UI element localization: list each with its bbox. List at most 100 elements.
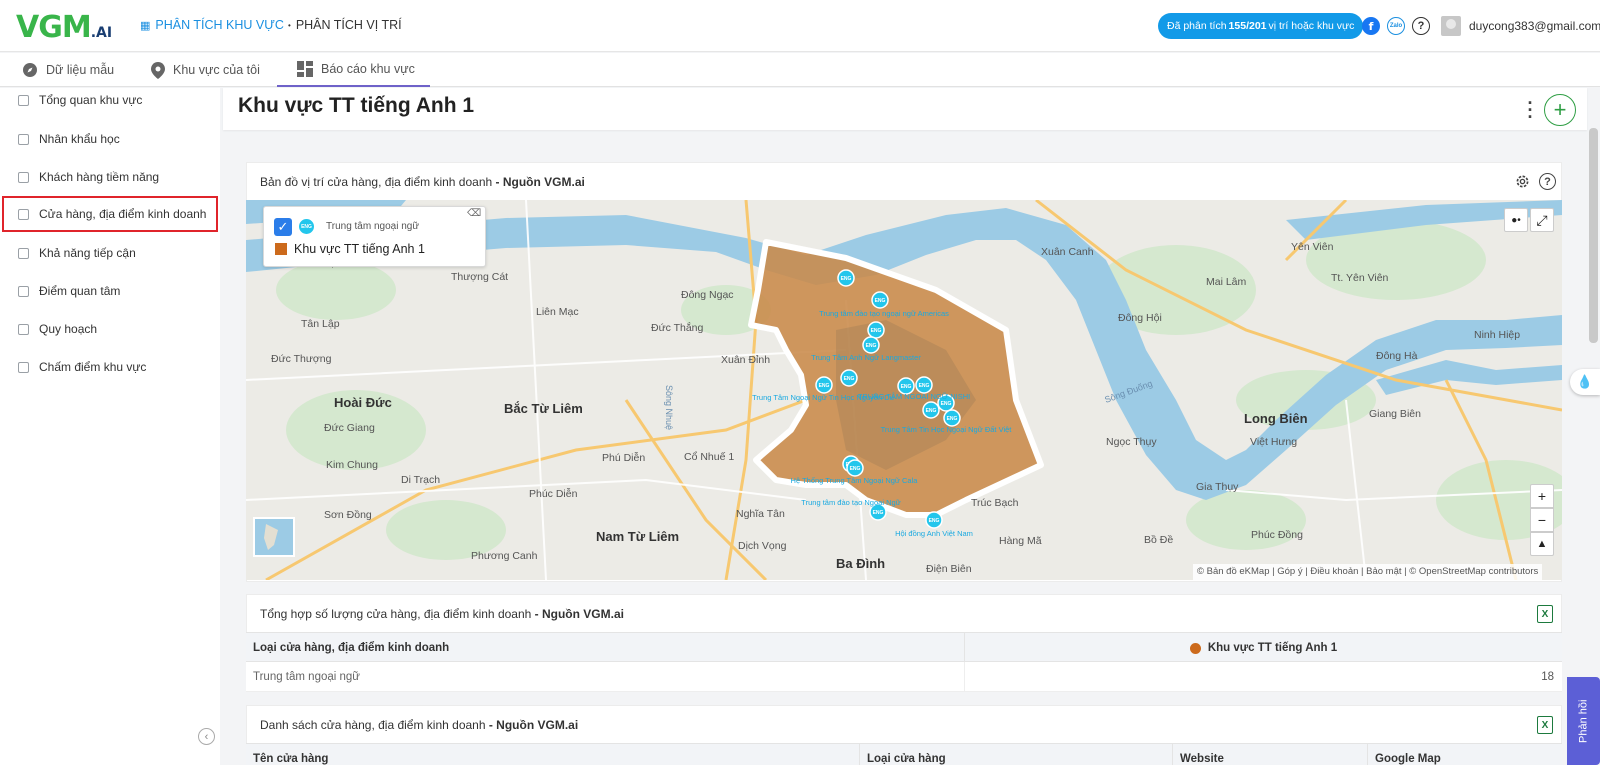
compass-icon [23,63,37,77]
tab-area-report-label: Báo cáo khu vực [321,62,415,76]
fullscreen-button[interactable]: ⤢ [1530,208,1554,232]
gear-icon[interactable] [1514,173,1531,190]
map-label: Xuân Canh [1041,246,1094,258]
summary-card-title-text: Tổng hợp số lượng cửa hàng, địa điểm kin… [260,607,532,621]
marker-text: ENG [919,383,930,389]
sidebar-item-stores[interactable]: Cửa hàng, địa điểm kinh doanh [2,196,218,232]
marker-text: ENG [926,408,937,414]
map-help-icon[interactable]: ? [1539,173,1556,190]
sidebar-item-planning[interactable]: Quy hoạch [0,311,220,347]
category-checkbox[interactable]: ✓ [274,218,292,236]
poi-marker[interactable]: ENG [943,409,961,427]
plus-icon: + [1553,97,1567,122]
map-pin-icon [151,61,165,79]
map-label: Phương Canh [471,550,538,562]
marker-text: ENG [941,401,952,407]
sidebar-item-demographics[interactable]: Nhân khẩu học [0,121,220,157]
poi-marker[interactable]: ENG [837,269,855,287]
sidebar-item-label: Tổng quan khu vực [39,93,143,107]
poi-label: Trung Tâm Anh Ngữ Langmaster [811,353,921,362]
col-header: Loại cửa hàng [859,744,946,765]
building-icon: ▦ [140,19,151,32]
poi-marker[interactable]: ENG [922,401,940,419]
map-label: Gia Thụy [1196,481,1239,493]
collapse-sidebar-button[interactable]: ‹ [198,728,215,745]
tab-my-areas-label: Khu vực của tôi [173,63,260,77]
location-dot-icon: • [288,20,291,30]
zoom-in-button[interactable]: + [1530,484,1554,508]
sidebar-item-overview[interactable]: Tổng quan khu vực [0,82,220,118]
sidebar-item-poi[interactable]: Điểm quan tâm [0,273,220,309]
nav-location-analysis[interactable]: • PHÂN TÍCH VỊ TRÍ [288,18,402,32]
map-label: Nghĩa Tân [736,508,785,520]
water-drop-icon: 💧 [1576,374,1594,389]
water-drop-button[interactable]: 💧 [1570,369,1600,395]
tab-area-report[interactable]: Báo cáo khu vực [277,53,430,87]
marker-text: ENG [866,343,877,349]
cluster-icon: ●• [1511,214,1521,226]
quota-badge[interactable]: Đã phân tích 155/201 vị trí hoặc khu vực [1158,13,1364,39]
map-label: Đức Giang [324,422,375,434]
table-row: Trung tâm ngoại ngữ 18 [246,662,1562,692]
col-header: Khu vực TT tiếng Anh 1 [1207,642,1338,654]
poi-marker[interactable]: ENG [862,336,880,354]
check-icon: ✓ [277,219,289,234]
map-label: Yên Viên [1291,241,1334,253]
marker-text: ENG [844,376,855,382]
poi-marker[interactable]: ENG [867,321,885,339]
sidebar-item-label: Khách hàng tiềm năng [39,170,160,184]
marker-text: ENG [841,276,852,282]
people-icon [18,133,29,145]
nav-location-analysis-label: PHÂN TÍCH VỊ TRÍ [295,18,402,32]
user-email[interactable]: duycong383@gmail.com [1469,19,1600,33]
feedback-button[interactable]: Phản hồi [1567,677,1600,765]
map-label: Trúc Bạch [971,497,1019,509]
poi-marker[interactable]: ENG [915,376,933,394]
plus-icon: + [1537,488,1547,504]
reset-north-button[interactable]: ▲ [1530,532,1554,556]
more-options-icon[interactable]: ... [1527,89,1533,121]
list-card: Danh sách cửa hàng, địa điểm kinh doanh … [246,705,1562,745]
poi-label: Hệ Thống Trung Tâm Ngoại Ngữ Cala [791,476,919,485]
nav-area-analysis-label: PHÂN TÍCH KHU VỰC [155,18,284,32]
poi-marker[interactable]: ENG [925,511,943,529]
nav-area-analysis[interactable]: ▦ PHÂN TÍCH KHU VỰC [140,18,284,32]
area-dot-icon [1189,642,1201,654]
avatar[interactable] [1441,16,1461,36]
quota-suffix: vị trí hoặc khu vực [1268,20,1355,32]
poi-marker[interactable]: ENG [846,459,864,477]
col-header: Website [1172,744,1224,765]
page-scrollbar[interactable] [1589,128,1598,343]
sidebar-item-accessibility[interactable]: Khả năng tiếp cận [0,235,220,271]
marker-text: ENG [929,518,940,524]
map-label: Việt Hưng [1250,436,1297,448]
zalo-icon[interactable]: Zalo [1387,17,1405,35]
route-icon [18,247,29,259]
sidebar-item-label: Điểm quan tâm [39,284,121,298]
dashboard-icon [297,61,313,77]
add-button[interactable]: + [1544,94,1576,126]
map-attribution[interactable]: © Bản đồ eKMap | Góp ý | Điều khoản | Bả… [1193,564,1543,580]
poi-marker[interactable]: ENG [871,291,889,309]
vgm-logo[interactable]: VGM.AI [16,10,112,45]
quota-count: 155/201 [1228,20,1267,32]
help-icon[interactable]: ? [1412,17,1430,35]
sidebar-item-label: Chấm điểm khu vực [39,360,147,374]
clear-legend-icon[interactable]: ⌫ [467,208,481,219]
cluster-toggle-button[interactable]: ●• [1504,208,1528,232]
map-label: Long Biên [1244,411,1308,426]
poi-marker[interactable]: ENG [815,376,833,394]
zoom-out-button[interactable]: − [1530,508,1554,532]
map-label: Phú Diễn [602,451,645,464]
map-label: Hàng Mã [999,535,1042,547]
excel-export-icon[interactable]: X [1537,716,1553,734]
sidebar-item-scoring[interactable]: Chấm điểm khu vực [0,349,220,385]
logo-text: VGM [16,10,92,45]
excel-export-icon[interactable]: X [1537,605,1553,623]
poi-label: Trung Tâm Tin Học Ngoại Ngữ Đất Việt [881,425,1013,434]
col-header: Loại cửa hàng, địa điểm kinh doanh [253,642,450,654]
poi-marker[interactable]: ENG [840,369,858,387]
facebook-icon[interactable]: f [1362,17,1380,35]
map-label: Cổ Nhuế 1 [684,451,734,463]
sidebar-item-potential-customers[interactable]: Khách hàng tiềm năng [0,159,220,195]
